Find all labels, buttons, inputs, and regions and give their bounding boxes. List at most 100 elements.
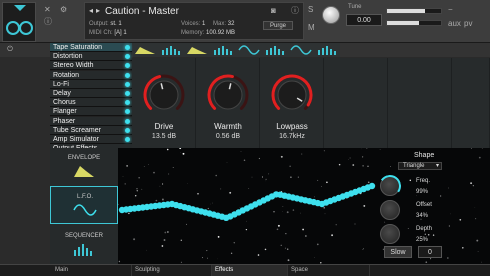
fx-enable-led[interactable] — [125, 81, 130, 87]
logo-ring-right-icon — [19, 21, 33, 35]
empty-panel-1 — [324, 58, 388, 148]
tab-effects[interactable]: Effects — [212, 265, 288, 276]
depth-value[interactable]: 25% — [416, 237, 428, 243]
close-icon[interactable]: ✕ — [44, 6, 51, 14]
warmth-panel: Warmth 0.56 dB — [196, 58, 260, 148]
fx-item-phaser[interactable]: Phaser — [50, 116, 132, 126]
slot-2-shape-icon[interactable] — [158, 43, 184, 57]
fx-item-tube-screamer[interactable]: Tube Screamer — [50, 125, 132, 135]
lfo-display: Shape Triangle ▾ Freq. 99% Offset 34% De… — [118, 148, 490, 264]
freq-value[interactable]: 99% — [416, 189, 428, 195]
slot-4-shape-icon[interactable] — [210, 43, 236, 57]
bars-mini-icon — [318, 46, 336, 55]
wrench-icon[interactable]: ⚙ — [60, 6, 67, 14]
tune-knob[interactable] — [322, 6, 340, 24]
max-value[interactable]: 32 — [228, 21, 235, 27]
slot-1-shape-icon[interactable] — [132, 43, 158, 57]
fx-item-stereo-width[interactable]: Stereo Width — [50, 61, 132, 71]
minimize-icon[interactable]: − — [448, 6, 453, 14]
fx-enable-led[interactable] — [125, 118, 130, 124]
fx-item-lo-fi[interactable]: Lo-Fi — [50, 79, 132, 89]
shape-label: Shape — [414, 152, 435, 159]
offset-knob[interactable] — [380, 200, 400, 220]
tune-label: Tune — [348, 4, 362, 10]
tab-sequencer[interactable]: SEQUENCER — [50, 226, 118, 264]
logo-ring-left-icon — [6, 21, 20, 35]
next-instrument-icon[interactable]: ▸ — [96, 7, 100, 15]
depth-knob[interactable] — [380, 224, 400, 244]
fx-item-delay[interactable]: Delay — [50, 88, 132, 98]
slot-3-shape-icon[interactable] — [184, 43, 210, 57]
memory-label: Memory: — [181, 30, 205, 36]
mute-icon[interactable]: M — [308, 24, 315, 32]
fx-enable-led[interactable] — [125, 127, 130, 133]
tab-main[interactable]: Main — [52, 265, 132, 276]
tab-sculpting[interactable]: Sculpting — [132, 265, 212, 276]
empty-panel-3 — [452, 58, 490, 148]
fx-item-amp-simulator[interactable]: Amp Simulator — [50, 134, 132, 144]
shape-dropdown[interactable]: Triangle ▾ — [398, 162, 442, 170]
fx-item-rotation[interactable]: Rotation — [50, 70, 132, 80]
fx-enable-led[interactable] — [125, 72, 130, 78]
fx-item-label: Distortion — [53, 53, 83, 61]
fx-item-tape-saturation[interactable]: Tape Saturation — [50, 43, 132, 52]
fx-enable-led[interactable] — [125, 45, 130, 50]
camera-icon[interactable]: ◙ — [271, 7, 276, 15]
lowpass-panel: Lowpass 16.7kHz — [260, 58, 324, 148]
slot-5-shape-icon[interactable] — [236, 43, 262, 57]
prev-instrument-icon[interactable]: ◂ — [89, 7, 93, 15]
midi-value[interactable]: [A] 1 — [114, 30, 126, 36]
offset-label: Offset — [416, 202, 432, 208]
fx-item-label: Stereo Width — [53, 62, 94, 70]
solo-icon[interactable]: S — [308, 6, 313, 14]
drive-value: 13.5 dB — [151, 133, 177, 140]
fx-enable-led[interactable] — [125, 63, 130, 69]
bars-mini-icon — [162, 46, 180, 55]
fx-item-flanger[interactable]: Flanger — [50, 107, 132, 117]
lowpass-knob[interactable] — [267, 70, 317, 120]
fx-item-distortion[interactable]: Distortion — [50, 52, 132, 62]
fx-enable-led[interactable] — [125, 109, 130, 115]
phase-field[interactable]: 0 — [418, 246, 442, 258]
chevron-down-icon: ▾ — [435, 163, 439, 169]
fx-enable-led[interactable] — [125, 54, 130, 60]
tab-envelope[interactable]: ENVELOPE — [50, 148, 118, 186]
output-label: Output: — [89, 21, 109, 27]
fx-enable-led[interactable] — [125, 136, 130, 142]
info-icon[interactable]: ⓘ — [44, 18, 52, 26]
warmth-label: Warmth — [214, 122, 242, 131]
tab-space[interactable]: Space — [288, 265, 370, 276]
slot-7-shape-icon[interactable] — [288, 43, 314, 57]
level-meter-left — [386, 8, 442, 14]
shape-value: Triangle — [403, 163, 425, 169]
aux-icon[interactable]: aux — [448, 20, 461, 28]
slow-button[interactable]: Slow — [384, 246, 412, 258]
tab-envelope-label: ENVELOPE — [67, 155, 101, 161]
drive-knob[interactable] — [139, 70, 189, 120]
output-value[interactable]: st. 1 — [110, 21, 121, 27]
freq-knob[interactable] — [377, 173, 403, 199]
warmth-value: 0.56 dB — [215, 133, 241, 140]
warmth-knob[interactable] — [203, 70, 253, 120]
slot-6-shape-icon[interactable] — [262, 43, 288, 57]
depth-label: Depth — [416, 226, 433, 232]
power-icon[interactable]: ⏻ — [2, 45, 18, 55]
info-circle-icon[interactable]: ⓘ — [291, 7, 299, 15]
purge-button[interactable]: Purge — [263, 21, 293, 30]
tab-lfo[interactable]: L.F.O. — [50, 186, 118, 224]
bars-mini-icon — [214, 46, 232, 55]
fx-item-label: Rotation — [53, 71, 80, 79]
tune-value[interactable]: 0.00 — [346, 14, 382, 26]
lowpass-label: Lowpass — [276, 122, 308, 131]
pv-icon[interactable]: pv — [464, 20, 472, 28]
offset-value[interactable]: 34% — [416, 213, 428, 219]
fx-enable-led[interactable] — [125, 100, 130, 106]
fx-item-label: Tube Screamer — [53, 126, 101, 134]
fx-item-chorus[interactable]: Chorus — [50, 98, 132, 108]
fx-item-label: Flanger — [53, 108, 77, 116]
level-meter-right — [386, 20, 442, 26]
slot-8-shape-icon[interactable] — [314, 43, 340, 57]
fx-enable-led[interactable] — [125, 90, 130, 96]
logo-caret-icon — [14, 5, 26, 11]
voices-value: 1 — [202, 21, 206, 27]
